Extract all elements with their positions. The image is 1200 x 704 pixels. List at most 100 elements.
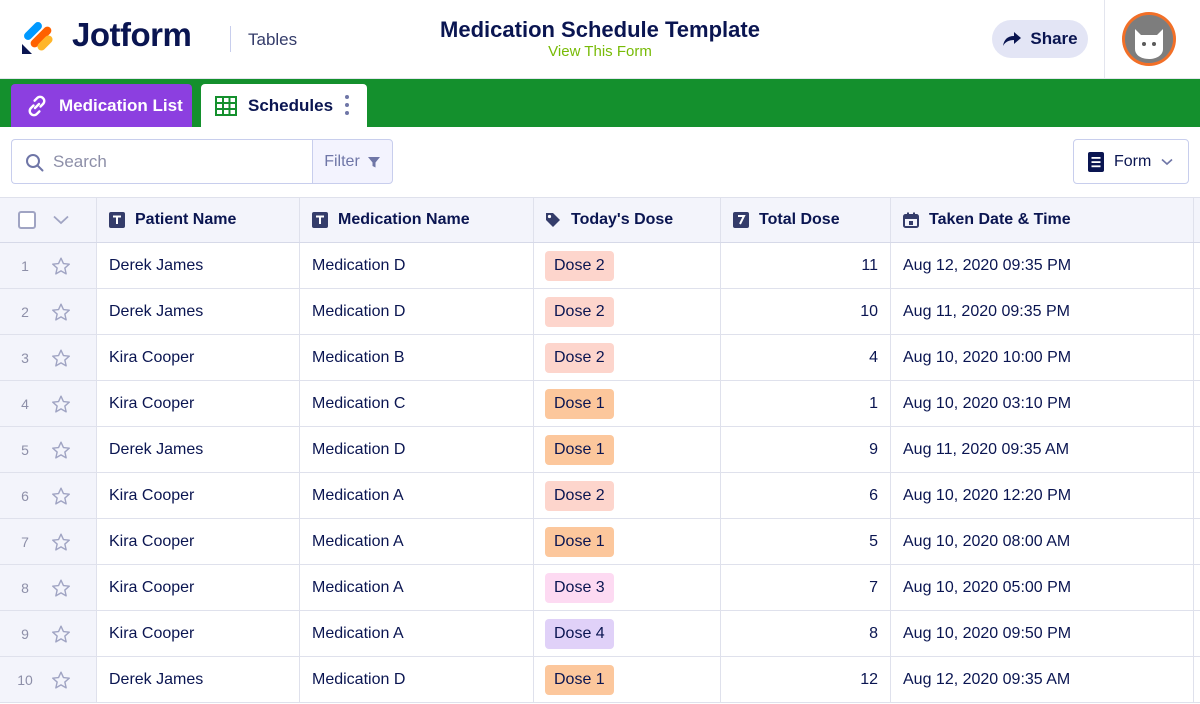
column-header-label: Total Dose: [759, 211, 840, 228]
total-dose-cell[interactable]: 5: [721, 519, 891, 564]
todays-dose-cell[interactable]: Dose 2: [534, 335, 721, 380]
row-overflow: [1194, 335, 1200, 380]
star-icon[interactable]: [50, 486, 72, 507]
todays-dose-cell[interactable]: Dose 2: [534, 473, 721, 518]
taken-date-time-cell[interactable]: Aug 10, 2020 05:00 PM: [891, 565, 1194, 610]
taken-date-time-cell[interactable]: Aug 10, 2020 08:00 AM: [891, 519, 1194, 564]
patient-name-cell[interactable]: Kira Cooper: [97, 611, 300, 656]
table-row[interactable]: 9 Kira Cooper Medication A Dose 4 8 Aug 10, 2…: [0, 611, 1200, 657]
top-header: Jotform Tables Medication Schedule Templ…: [0, 0, 1200, 79]
total-dose-cell[interactable]: 8: [721, 611, 891, 656]
star-icon[interactable]: [50, 256, 72, 277]
tab-medication-list[interactable]: Medication List: [11, 84, 192, 127]
tab-schedules[interactable]: Schedules: [201, 84, 367, 127]
taken-date-time-cell[interactable]: Aug 11, 2020 09:35 AM: [891, 427, 1194, 472]
data-table: Patient Name Medication Name Today's Dos…: [0, 197, 1200, 704]
medication-name-cell[interactable]: Medication D: [300, 243, 534, 288]
patient-name-cell[interactable]: Derek James: [97, 289, 300, 334]
star-icon[interactable]: [50, 394, 72, 415]
dose-badge: Dose 3: [545, 572, 614, 603]
row-number: 1: [21, 257, 29, 274]
total-dose-cell[interactable]: 7: [721, 565, 891, 610]
star-icon[interactable]: [50, 532, 72, 553]
table-row[interactable]: 3 Kira Cooper Medication B Dose 2 4 Aug 10, 2…: [0, 335, 1200, 381]
medication-name-cell[interactable]: Medication A: [300, 565, 534, 610]
patient-name-cell[interactable]: Derek James: [97, 243, 300, 288]
filter-button[interactable]: Filter: [312, 139, 393, 184]
total-dose-cell[interactable]: 1: [721, 381, 891, 426]
patient-name-cell[interactable]: Kira Cooper: [97, 335, 300, 380]
todays-dose-cell[interactable]: Dose 4: [534, 611, 721, 656]
todays-dose-cell[interactable]: Dose 1: [534, 427, 721, 472]
column-header-patient-name[interactable]: Patient Name: [97, 198, 300, 242]
medication-name-cell[interactable]: Medication A: [300, 519, 534, 564]
column-header-label: Today's Dose: [571, 211, 674, 228]
select-all-cell: [0, 198, 97, 242]
tab-schedules-label: Schedules: [248, 95, 334, 115]
medication-name-cell[interactable]: Medication D: [300, 289, 534, 334]
search-input[interactable]: [53, 150, 303, 174]
share-button[interactable]: Share: [992, 20, 1088, 58]
table-row[interactable]: 1 Derek James Medication D Dose 2 11 Aug 12, …: [0, 243, 1200, 289]
medication-name-cell[interactable]: Medication C: [300, 381, 534, 426]
table-row[interactable]: 2 Derek James Medication D Dose 2 10 Aug 11, …: [0, 289, 1200, 335]
taken-date-time-cell[interactable]: Aug 10, 2020 10:00 PM: [891, 335, 1194, 380]
medication-name-cell[interactable]: Medication D: [300, 657, 534, 702]
column-header-total-dose[interactable]: Total Dose: [721, 198, 891, 242]
medication-name-cell[interactable]: Medication A: [300, 611, 534, 656]
patient-name-cell[interactable]: Kira Cooper: [97, 381, 300, 426]
star-icon[interactable]: [50, 302, 72, 323]
total-dose-cell[interactable]: 9: [721, 427, 891, 472]
table-row[interactable]: 10 Derek James Medication D Dose 1 12 Aug 12,…: [0, 657, 1200, 703]
table-row[interactable]: 4 Kira Cooper Medication C Dose 1 1 Aug 10, 2…: [0, 381, 1200, 427]
star-icon[interactable]: [50, 578, 72, 599]
form-button[interactable]: Form: [1073, 139, 1189, 184]
table-row[interactable]: 5 Derek James Medication D Dose 1 9 Aug 11, 2…: [0, 427, 1200, 473]
column-header-taken-date-time[interactable]: Taken Date & Time: [891, 198, 1194, 242]
star-icon[interactable]: [50, 670, 72, 691]
todays-dose-cell[interactable]: Dose 1: [534, 657, 721, 702]
patient-name-cell[interactable]: Derek James: [97, 427, 300, 472]
taken-date-time-cell[interactable]: Aug 10, 2020 12:20 PM: [891, 473, 1194, 518]
chevron-down-icon[interactable]: [53, 215, 69, 225]
star-icon[interactable]: [50, 624, 72, 645]
column-header-medication-name[interactable]: Medication Name: [300, 198, 534, 242]
row-select-cell: 8: [0, 565, 97, 610]
patient-name-cell[interactable]: Kira Cooper: [97, 519, 300, 564]
todays-dose-cell[interactable]: Dose 3: [534, 565, 721, 610]
total-dose-cell[interactable]: 11: [721, 243, 891, 288]
star-icon[interactable]: [50, 348, 72, 369]
total-dose-cell[interactable]: 10: [721, 289, 891, 334]
patient-name-cell[interactable]: Derek James: [97, 657, 300, 702]
total-dose-cell[interactable]: 6: [721, 473, 891, 518]
search-icon: [26, 154, 44, 172]
table-row[interactable]: 6 Kira Cooper Medication A Dose 2 6 Aug 10, 2…: [0, 473, 1200, 519]
avatar[interactable]: [1122, 12, 1176, 66]
table-row[interactable]: 7 Kira Cooper Medication A Dose 1 5 Aug 10, 2…: [0, 519, 1200, 565]
todays-dose-cell[interactable]: Dose 2: [534, 289, 721, 334]
todays-dose-cell[interactable]: Dose 2: [534, 243, 721, 288]
todays-dose-cell[interactable]: Dose 1: [534, 519, 721, 564]
dose-badge: Dose 2: [545, 342, 614, 373]
medication-name-cell[interactable]: Medication A: [300, 473, 534, 518]
row-overflow: [1194, 427, 1200, 472]
tab-options-kebab-icon[interactable]: [345, 95, 349, 115]
taken-date-time-cell[interactable]: Aug 10, 2020 09:50 PM: [891, 611, 1194, 656]
column-header-todays-dose[interactable]: Today's Dose: [534, 198, 721, 242]
search-box: [11, 139, 313, 184]
table-row[interactable]: 8 Kira Cooper Medication A Dose 3 7 Aug 10, 2…: [0, 565, 1200, 611]
taken-date-time-cell[interactable]: Aug 12, 2020 09:35 PM: [891, 243, 1194, 288]
medication-name-cell[interactable]: Medication D: [300, 427, 534, 472]
star-icon[interactable]: [50, 440, 72, 461]
patient-name-cell[interactable]: Kira Cooper: [97, 473, 300, 518]
select-all-checkbox[interactable]: [18, 211, 36, 229]
patient-name-cell[interactable]: Kira Cooper: [97, 565, 300, 610]
tab-medication-list-label: Medication List: [59, 95, 183, 115]
total-dose-cell[interactable]: 12: [721, 657, 891, 702]
todays-dose-cell[interactable]: Dose 1: [534, 381, 721, 426]
taken-date-time-cell[interactable]: Aug 10, 2020 03:10 PM: [891, 381, 1194, 426]
medication-name-cell[interactable]: Medication B: [300, 335, 534, 380]
taken-date-time-cell[interactable]: Aug 12, 2020 09:35 AM: [891, 657, 1194, 702]
total-dose-cell[interactable]: 4: [721, 335, 891, 380]
taken-date-time-cell[interactable]: Aug 11, 2020 09:35 PM: [891, 289, 1194, 334]
